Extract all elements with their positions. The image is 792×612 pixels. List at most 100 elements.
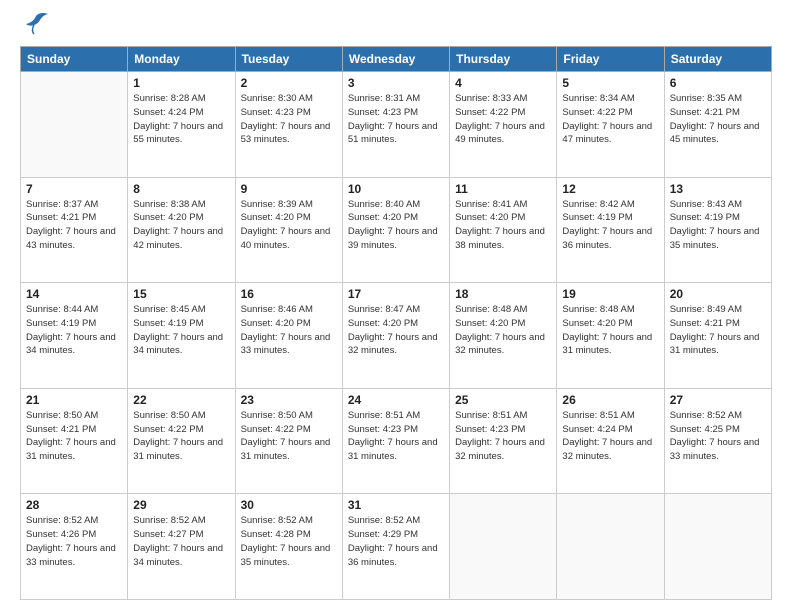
day-info: Sunrise: 8:37 AMSunset: 4:21 PMDaylight:…: [26, 198, 122, 253]
day-number: 10: [348, 182, 444, 196]
calendar-week-row: 14 Sunrise: 8:44 AMSunset: 4:19 PMDayligh…: [21, 283, 772, 389]
day-info: Sunrise: 8:38 AMSunset: 4:20 PMDaylight:…: [133, 198, 229, 253]
calendar-day-cell: 23Sunrise: 8:50 AMSunset: 4:22 PMDayligh…: [235, 388, 342, 494]
calendar-day-cell: 17 Sunrise: 8:47 AMSunset: 4:20 PMDayligh…: [342, 283, 449, 389]
day-number: 26: [562, 393, 658, 407]
day-info: Sunrise: 8:48 AMSunset: 4:20 PMDaylight:…: [562, 303, 658, 358]
calendar-day-cell: 5 Sunrise: 8:34 AMSunset: 4:22 PMDaylight…: [557, 72, 664, 178]
day-number: 13: [670, 182, 766, 196]
calendar-day-cell: [664, 494, 771, 600]
day-number: 5: [562, 76, 658, 90]
day-info: Sunrise: 8:51 AMSunset: 4:24 PMDaylight:…: [562, 409, 658, 464]
weekday-header-thursday: Thursday: [450, 47, 557, 72]
day-info: Sunrise: 8:40 AMSunset: 4:20 PMDaylight:…: [348, 198, 444, 253]
weekday-header-wednesday: Wednesday: [342, 47, 449, 72]
day-number: 20: [670, 287, 766, 301]
calendar-day-cell: 31 Sunrise: 8:52 AMSunset: 4:29 PMDayligh…: [342, 494, 449, 600]
weekday-header-saturday: Saturday: [664, 47, 771, 72]
calendar-day-cell: 1Sunrise: 8:28 AMSunset: 4:24 PMDaylight…: [128, 72, 235, 178]
day-info: Sunrise: 8:47 AMSunset: 4:20 PMDaylight:…: [348, 303, 444, 358]
day-info: Sunrise: 8:35 AMSunset: 4:21 PMDaylight:…: [670, 92, 766, 147]
day-number: 14: [26, 287, 122, 301]
day-number: 2: [241, 76, 337, 90]
day-info: Sunrise: 8:52 AMSunset: 4:29 PMDaylight:…: [348, 514, 444, 569]
day-number: 31: [348, 498, 444, 512]
calendar-day-cell: 8Sunrise: 8:38 AMSunset: 4:20 PMDaylight…: [128, 177, 235, 283]
day-info: Sunrise: 8:51 AMSunset: 4:23 PMDaylight:…: [455, 409, 551, 464]
weekday-header-sunday: Sunday: [21, 47, 128, 72]
calendar-day-cell: 30 Sunrise: 8:52 AMSunset: 4:28 PMDayligh…: [235, 494, 342, 600]
calendar-day-cell: 19 Sunrise: 8:48 AMSunset: 4:20 PMDayligh…: [557, 283, 664, 389]
calendar-day-cell: 12 Sunrise: 8:42 AMSunset: 4:19 PMDayligh…: [557, 177, 664, 283]
day-number: 11: [455, 182, 551, 196]
calendar-day-cell: 6Sunrise: 8:35 AMSunset: 4:21 PMDaylight…: [664, 72, 771, 178]
calendar-day-cell: 4 Sunrise: 8:33 AMSunset: 4:22 PMDaylight…: [450, 72, 557, 178]
calendar-day-cell: 10 Sunrise: 8:40 AMSunset: 4:20 PMDayligh…: [342, 177, 449, 283]
day-number: 19: [562, 287, 658, 301]
calendar-day-cell: 3 Sunrise: 8:31 AMSunset: 4:23 PMDaylight…: [342, 72, 449, 178]
day-info: Sunrise: 8:50 AMSunset: 4:22 PMDaylight:…: [133, 409, 229, 464]
day-number: 24: [348, 393, 444, 407]
calendar-day-cell: 21 Sunrise: 8:50 AMSunset: 4:21 PMDayligh…: [21, 388, 128, 494]
calendar-day-cell: 24 Sunrise: 8:51 AMSunset: 4:23 PMDayligh…: [342, 388, 449, 494]
weekday-header-tuesday: Tuesday: [235, 47, 342, 72]
weekday-header-friday: Friday: [557, 47, 664, 72]
day-info: Sunrise: 8:52 AMSunset: 4:25 PMDaylight:…: [670, 409, 766, 464]
calendar-week-row: 21 Sunrise: 8:50 AMSunset: 4:21 PMDayligh…: [21, 388, 772, 494]
day-info: Sunrise: 8:52 AMSunset: 4:26 PMDaylight:…: [26, 514, 122, 569]
calendar-day-cell: 14 Sunrise: 8:44 AMSunset: 4:19 PMDayligh…: [21, 283, 128, 389]
day-info: Sunrise: 8:34 AMSunset: 4:22 PMDaylight:…: [562, 92, 658, 147]
day-number: 30: [241, 498, 337, 512]
day-info: Sunrise: 8:33 AMSunset: 4:22 PMDaylight:…: [455, 92, 551, 147]
day-number: 25: [455, 393, 551, 407]
day-info: Sunrise: 8:30 AMSunset: 4:23 PMDaylight:…: [241, 92, 337, 147]
calendar-day-cell: [557, 494, 664, 600]
calendar-day-cell: 18Sunrise: 8:48 AMSunset: 4:20 PMDayligh…: [450, 283, 557, 389]
day-info: Sunrise: 8:46 AMSunset: 4:20 PMDaylight:…: [241, 303, 337, 358]
day-info: Sunrise: 8:39 AMSunset: 4:20 PMDaylight:…: [241, 198, 337, 253]
day-info: Sunrise: 8:31 AMSunset: 4:23 PMDaylight:…: [348, 92, 444, 147]
day-info: Sunrise: 8:44 AMSunset: 4:19 PMDaylight:…: [26, 303, 122, 358]
day-number: 7: [26, 182, 122, 196]
day-info: Sunrise: 8:42 AMSunset: 4:19 PMDaylight:…: [562, 198, 658, 253]
calendar-day-cell: 16Sunrise: 8:46 AMSunset: 4:20 PMDayligh…: [235, 283, 342, 389]
calendar-day-cell: 20Sunrise: 8:49 AMSunset: 4:21 PMDayligh…: [664, 283, 771, 389]
day-number: 29: [133, 498, 229, 512]
calendar-week-row: 7 Sunrise: 8:37 AMSunset: 4:21 PMDaylight…: [21, 177, 772, 283]
day-number: 21: [26, 393, 122, 407]
day-info: Sunrise: 8:51 AMSunset: 4:23 PMDaylight:…: [348, 409, 444, 464]
calendar-day-cell: 7 Sunrise: 8:37 AMSunset: 4:21 PMDaylight…: [21, 177, 128, 283]
calendar-day-cell: 15 Sunrise: 8:45 AMSunset: 4:19 PMDayligh…: [128, 283, 235, 389]
calendar-page: SundayMondayTuesdayWednesdayThursdayFrid…: [0, 0, 792, 612]
calendar-day-cell: [21, 72, 128, 178]
day-info: Sunrise: 8:45 AMSunset: 4:19 PMDaylight:…: [133, 303, 229, 358]
day-number: 22: [133, 393, 229, 407]
weekday-header-monday: Monday: [128, 47, 235, 72]
calendar-day-cell: 22 Sunrise: 8:50 AMSunset: 4:22 PMDayligh…: [128, 388, 235, 494]
day-number: 23: [241, 393, 337, 407]
calendar-day-cell: 13 Sunrise: 8:43 AMSunset: 4:19 PMDayligh…: [664, 177, 771, 283]
day-number: 15: [133, 287, 229, 301]
calendar-header-row: SundayMondayTuesdayWednesdayThursdayFrid…: [21, 47, 772, 72]
day-number: 3: [348, 76, 444, 90]
day-number: 17: [348, 287, 444, 301]
day-number: 12: [562, 182, 658, 196]
day-number: 27: [670, 393, 766, 407]
header: [20, 16, 772, 38]
day-number: 28: [26, 498, 122, 512]
day-info: Sunrise: 8:28 AMSunset: 4:24 PMDaylight:…: [133, 92, 229, 147]
calendar-day-cell: 9Sunrise: 8:39 AMSunset: 4:20 PMDaylight…: [235, 177, 342, 283]
calendar-day-cell: 28 Sunrise: 8:52 AMSunset: 4:26 PMDayligh…: [21, 494, 128, 600]
day-info: Sunrise: 8:52 AMSunset: 4:28 PMDaylight:…: [241, 514, 337, 569]
calendar-day-cell: 2 Sunrise: 8:30 AMSunset: 4:23 PMDaylight…: [235, 72, 342, 178]
calendar-day-cell: 11 Sunrise: 8:41 AMSunset: 4:20 PMDayligh…: [450, 177, 557, 283]
calendar-day-cell: [450, 494, 557, 600]
day-info: Sunrise: 8:41 AMSunset: 4:20 PMDaylight:…: [455, 198, 551, 253]
day-number: 4: [455, 76, 551, 90]
day-info: Sunrise: 8:43 AMSunset: 4:19 PMDaylight:…: [670, 198, 766, 253]
calendar-day-cell: 26 Sunrise: 8:51 AMSunset: 4:24 PMDayligh…: [557, 388, 664, 494]
day-info: Sunrise: 8:52 AMSunset: 4:27 PMDaylight:…: [133, 514, 229, 569]
day-info: Sunrise: 8:50 AMSunset: 4:21 PMDaylight:…: [26, 409, 122, 464]
calendar-day-cell: 27 Sunrise: 8:52 AMSunset: 4:25 PMDayligh…: [664, 388, 771, 494]
day-number: 18: [455, 287, 551, 301]
